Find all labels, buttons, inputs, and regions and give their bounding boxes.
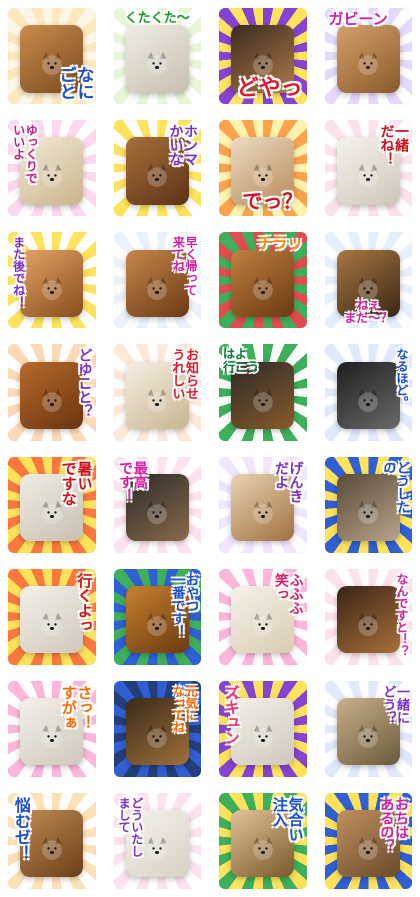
dog-face-icon <box>147 612 168 636</box>
dog-photo <box>336 585 400 654</box>
dog-face-icon <box>41 164 62 188</box>
dog-photo <box>231 698 295 766</box>
dog-face-icon <box>358 164 379 188</box>
dog-photo <box>231 810 295 878</box>
sticker-tile[interactable]: はよ 行こう <box>219 344 307 441</box>
dog-face-icon <box>147 52 168 76</box>
dog-face-icon <box>252 388 273 412</box>
dog-face-icon <box>358 388 379 412</box>
dog-face-icon <box>358 276 379 300</box>
dog-face-icon <box>41 276 62 300</box>
dog-face-icon <box>358 612 379 636</box>
dog-photo <box>336 361 400 429</box>
dog-face-icon <box>252 276 273 300</box>
dog-face-icon <box>252 724 273 749</box>
dog-face-icon <box>147 724 168 749</box>
dog-face-icon <box>41 837 62 861</box>
dog-photo <box>231 249 295 317</box>
sticker-tile[interactable]: さっ！ すがぁ <box>8 680 96 777</box>
sticker-tile[interactable]: なに ごと <box>8 8 96 105</box>
dog-face-icon <box>147 388 168 412</box>
dog-face-icon <box>41 52 62 76</box>
sticker-tile[interactable]: 元気に なってね <box>113 680 201 777</box>
dog-face-icon <box>41 612 62 636</box>
sticker-tile[interactable]: おやつ 一番です！ <box>113 568 201 665</box>
dog-face-icon <box>147 500 168 524</box>
sticker-tile[interactable]: 一緒 だね！ <box>324 120 412 217</box>
sticker-tile[interactable]: ホンマ かいな <box>113 120 201 217</box>
sticker-tile[interactable]: ズキュン <box>219 680 307 777</box>
sticker-tile[interactable]: ゆっくりで いいよ <box>8 120 96 217</box>
sticker-tile[interactable]: 最高 です！ <box>113 456 201 553</box>
sticker-tile[interactable]: 気合い 注入 <box>219 792 307 889</box>
dog-photo <box>125 810 189 878</box>
dog-photo <box>231 585 295 654</box>
dog-face-icon <box>252 837 273 861</box>
sticker-tile[interactable]: 悩むゼ！ <box>8 792 96 889</box>
dog-photo <box>231 361 295 429</box>
dog-photo <box>125 698 189 766</box>
dog-photo <box>125 473 189 542</box>
dog-face-icon <box>147 164 168 188</box>
dog-photo <box>336 25 400 93</box>
sticker-tile[interactable]: どうした の <box>324 456 412 553</box>
dog-photo <box>20 249 84 317</box>
sticker-tile[interactable]: 暑い ですな <box>8 456 96 553</box>
dog-photo <box>20 585 84 654</box>
sticker-tile[interactable]: どういたし まして <box>113 792 201 889</box>
dog-face-icon <box>252 612 273 636</box>
sticker-tile[interactable]: 早く帰って 来てね <box>113 232 201 329</box>
dog-photo <box>336 473 400 542</box>
dog-photo <box>20 25 84 93</box>
dog-photo <box>20 473 84 542</box>
sticker-tile[interactable]: でっ？ <box>219 120 307 217</box>
dog-face-icon <box>252 500 273 524</box>
dog-photo <box>125 585 189 654</box>
dog-photo <box>125 137 189 205</box>
dog-photo <box>20 137 84 205</box>
dog-photo <box>20 698 84 766</box>
dog-photo <box>231 473 295 542</box>
sticker-tile[interactable]: おちは あるの？ <box>324 792 412 889</box>
dog-face-icon <box>41 500 62 524</box>
dog-photo <box>125 25 189 93</box>
dog-face-icon <box>147 276 168 300</box>
dog-face-icon <box>41 724 62 749</box>
dog-photo <box>231 137 295 205</box>
sticker-tile[interactable]: なんですと！？ <box>324 568 412 665</box>
sticker-tile[interactable]: また後でね！ <box>8 232 96 329</box>
sticker-tile[interactable]: くたくた〜 <box>113 8 201 105</box>
dog-photo <box>20 361 84 429</box>
sticker-tile[interactable]: げんき だよ <box>219 456 307 553</box>
dog-photo <box>336 698 400 766</box>
sticker-tile[interactable]: ガビーン <box>324 8 412 105</box>
sticker-tile[interactable]: 一緒に どう？ <box>324 680 412 777</box>
sticker-tile[interactable]: お知らせ うれしい <box>113 344 201 441</box>
sticker-tile[interactable]: どやっ <box>219 8 307 105</box>
sticker-tile[interactable]: なるほど。 <box>324 344 412 441</box>
dog-face-icon <box>252 52 273 76</box>
dog-face-icon <box>358 724 379 749</box>
dog-face-icon <box>41 388 62 412</box>
dog-face-icon <box>358 837 379 861</box>
sticker-tile[interactable]: ねぇ まだ〜？ <box>324 232 412 329</box>
dog-photo <box>336 249 400 317</box>
dog-face-icon <box>358 52 379 76</box>
dog-face-icon <box>252 164 273 188</box>
dog-photo <box>20 810 84 878</box>
dog-face-icon <box>358 500 379 524</box>
sticker-tile[interactable]: 行くよっ <box>8 568 96 665</box>
dog-photo <box>231 25 295 93</box>
sticker-tile[interactable]: どゆこと？ <box>8 344 96 441</box>
dog-photo <box>336 810 400 878</box>
dog-photo <box>125 249 189 317</box>
dog-face-icon <box>147 837 168 861</box>
sticker-tile[interactable]: チラッ <box>219 232 307 329</box>
sticker-tile[interactable]: ふふふ 笑っ <box>219 568 307 665</box>
dog-photo <box>336 137 400 205</box>
dog-photo <box>125 361 189 429</box>
sticker-grid: なに ごと くたくた〜 どやっ ガビーンゆっくりで いいよ ホンマ かいな でっ？ 一緒 だ… <box>8 8 412 889</box>
